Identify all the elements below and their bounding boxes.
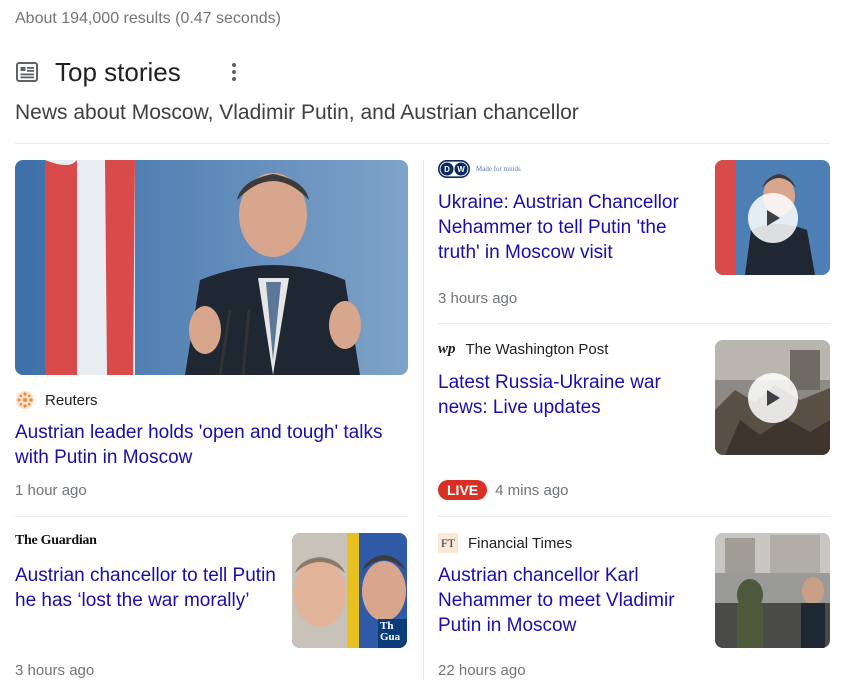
story-time-row: LIVE 4 mins ago (438, 480, 569, 500)
source-name: Financial Times (468, 534, 573, 552)
story-time: 22 hours ago (438, 662, 526, 679)
divider (438, 516, 830, 517)
divider (15, 516, 408, 517)
story-headline[interactable]: Austrian chancellor to tell Putin he has… (15, 563, 277, 613)
svg-text:D: D (444, 165, 450, 174)
more-vert-icon[interactable] (224, 59, 244, 85)
story-time: 3 hours ago (15, 662, 95, 679)
top-stories-header: Top stories (15, 56, 181, 88)
results-stats: About 194,000 results (0.47 seconds) (15, 10, 281, 27)
live-badge: LIVE (438, 480, 488, 500)
story-headline[interactable]: Latest Russia-Ukraine war news: Live upd… (438, 370, 700, 420)
source-name: The Washington Post (465, 341, 609, 358)
story-thumbnail[interactable] (715, 160, 830, 275)
svg-text:W: W (457, 165, 465, 174)
story-source: Reuters (15, 390, 98, 410)
play-button-icon[interactable] (748, 373, 798, 423)
section-subtitle: News about Moscow, Vladimir Putin, and A… (15, 101, 579, 124)
story-thumbnail[interactable] (15, 160, 408, 375)
story-time: 1 hour ago (15, 482, 87, 499)
ft-logo-icon: FT (438, 533, 458, 553)
play-button-icon[interactable] (748, 193, 798, 243)
source-name: Reuters (45, 391, 98, 409)
story-time: 3 hours ago (438, 290, 518, 307)
story-source: The Guardian (15, 533, 97, 549)
newspaper-icon (15, 60, 39, 84)
wp-logo-icon: wp (438, 341, 456, 357)
reuters-logo-icon (15, 390, 35, 410)
thumbnail-watermark: Th Gua (380, 620, 401, 643)
divider (438, 323, 830, 324)
story-thumbnail[interactable] (715, 533, 830, 648)
guardian-logo-icon: The Guardian (15, 533, 97, 548)
source-tagline: Made for minds (476, 165, 521, 173)
column-divider (423, 160, 424, 680)
dw-logo-icon: D W (438, 160, 470, 178)
divider (15, 143, 830, 144)
story-source: wp The Washington Post (438, 341, 608, 358)
story-headline[interactable]: Austrian chancellor Karl Nehammer to mee… (438, 563, 700, 638)
story-source: D W Made for minds (438, 160, 521, 178)
story-source: FT Financial Times (438, 533, 572, 553)
story-headline[interactable]: Ukraine: Austrian Chancellor Nehammer to… (438, 190, 700, 265)
story-thumbnail[interactable] (715, 340, 830, 455)
section-title: Top stories (55, 56, 181, 87)
story-time: 4 mins ago (495, 481, 569, 499)
story-thumbnail[interactable]: Th Gua (292, 533, 407, 648)
story-headline[interactable]: Austrian leader holds 'open and tough' t… (15, 420, 415, 470)
